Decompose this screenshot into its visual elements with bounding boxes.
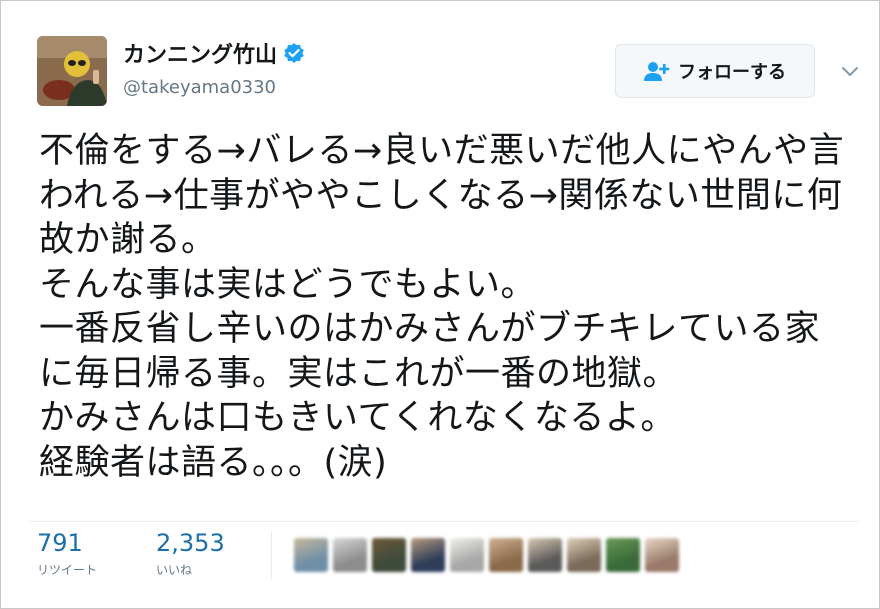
like-stat[interactable]: 2,353 いいね <box>156 529 225 578</box>
verified-badge-icon <box>283 42 305 64</box>
avatar-image <box>37 36 107 106</box>
liker-avatar[interactable] <box>372 538 406 572</box>
retweet-count: 791 <box>37 529 83 557</box>
liker-avatar[interactable] <box>294 538 328 572</box>
like-label: いいね <box>156 563 193 577</box>
liker-avatar[interactable] <box>489 538 523 572</box>
follow-button[interactable]: フォローする <box>615 44 815 98</box>
like-count: 2,353 <box>156 529 225 557</box>
liker-avatar[interactable] <box>645 538 679 572</box>
likers-avatars <box>294 538 679 572</box>
display-name-row: カンニング竹山 <box>123 37 305 69</box>
chevron-down-icon[interactable] <box>839 61 861 81</box>
tweet-text: 不倫をする→バレる→良いだ悪いだ他人にやんや言われる→仕事がややこしくなる→関係… <box>39 131 845 483</box>
tweet-card: カンニング竹山 @takeyama0330 フォローする 不倫をする→バレる→良… <box>0 0 880 609</box>
liker-avatar[interactable] <box>450 538 484 572</box>
screen-name[interactable]: @takeyama0330 <box>123 77 276 98</box>
add-user-icon <box>644 60 670 82</box>
follow-button-label: フォローする <box>678 62 786 83</box>
retweet-label: リツイート <box>37 563 98 577</box>
display-name[interactable]: カンニング竹山 <box>123 37 277 69</box>
liker-avatar[interactable] <box>606 538 640 572</box>
divider <box>29 521 859 522</box>
liker-avatar[interactable] <box>411 538 445 572</box>
stat-separator <box>271 531 272 579</box>
liker-avatar[interactable] <box>333 538 367 572</box>
retweet-stat[interactable]: 791 リツイート <box>37 529 97 578</box>
liker-avatar[interactable] <box>528 538 562 572</box>
liker-avatar[interactable] <box>567 538 601 572</box>
user-avatar[interactable] <box>37 36 107 106</box>
